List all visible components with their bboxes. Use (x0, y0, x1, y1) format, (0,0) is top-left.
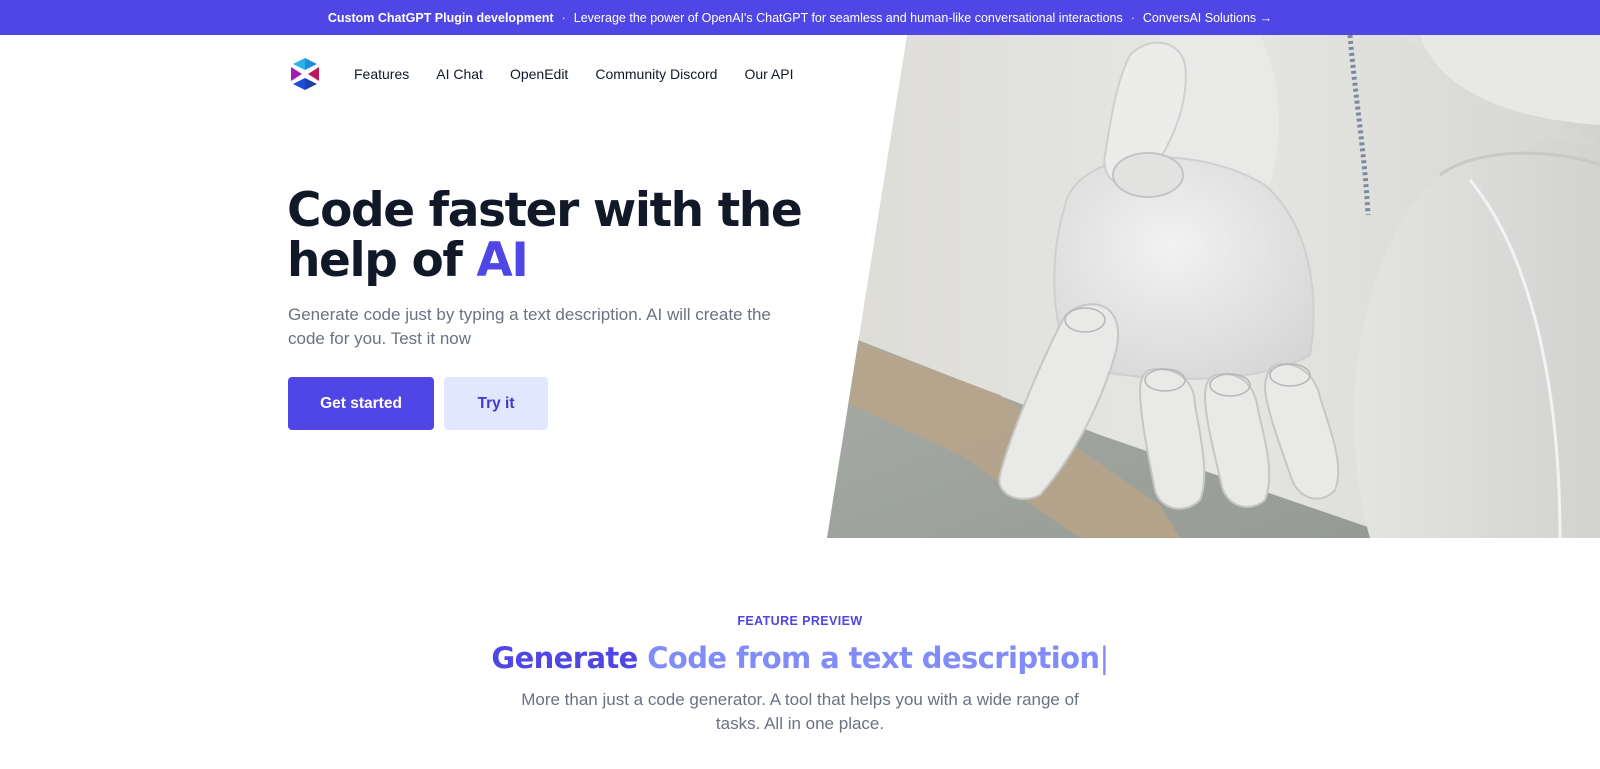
feature-subtitle: More than just a code generator. A tool … (521, 690, 1079, 733)
get-started-button[interactable]: Get started (288, 377, 434, 430)
hero-title-accent: AI (476, 233, 528, 288)
feature-title: Generate Code from a text description| (0, 638, 1600, 678)
nav-item-openedit[interactable]: OpenEdit (510, 66, 568, 82)
feature-eyebrow: FEATURE PREVIEW (737, 614, 863, 628)
banner-title: Custom ChatGPT Plugin development (327, 10, 554, 25)
hero-title-line1: Code faster with the (287, 183, 803, 238)
hero-title: Code faster with the help of AI (287, 186, 807, 286)
hero-subtitle: Generate code just by typing a text desc… (288, 305, 771, 348)
banner-separator: · (1130, 10, 1135, 25)
hero-title-line2: help of (287, 233, 477, 288)
feature-title-prefix: Generate (491, 641, 638, 675)
try-it-button[interactable]: Try it (444, 377, 548, 430)
banner-message: Leverage the power of OpenAI's ChatGPT f… (573, 10, 1123, 25)
nav-item-community-discord[interactable]: Community Discord (595, 66, 717, 82)
banner-separator: · (561, 10, 566, 25)
typing-caret: | (1099, 641, 1109, 675)
nav-item-features[interactable]: Features (354, 66, 409, 82)
announcement-banner: Custom ChatGPT Plugin development · Leve… (0, 0, 1600, 35)
nav-item-our-api[interactable]: Our API (744, 66, 793, 82)
nav-item-ai-chat[interactable]: AI Chat (436, 66, 483, 82)
feature-title-typed: Code from a text description (647, 641, 1100, 675)
hero-image (827, 35, 1600, 538)
banner-link[interactable]: ConversAI Solutions → (1143, 11, 1272, 25)
hexagon-logo-icon[interactable] (288, 56, 322, 92)
main-nav: Features AI Chat OpenEdit Community Disc… (288, 54, 821, 94)
